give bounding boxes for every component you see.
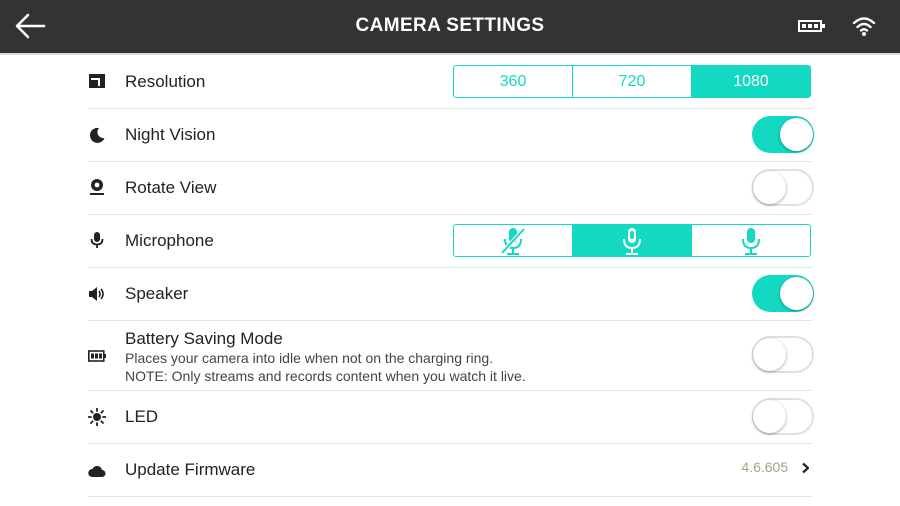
resolution-row: Resolution 360 720 1080 bbox=[88, 55, 812, 109]
microphone-option-muted[interactable] bbox=[454, 225, 573, 256]
speaker-label: Speaker bbox=[125, 284, 189, 303]
speaker-row: Speaker bbox=[88, 267, 814, 321]
update-firmware-label: Update Firmware bbox=[125, 460, 256, 479]
firmware-version-text: 4.6.605 bbox=[741, 459, 789, 475]
rotate-view-row: Rotate View bbox=[88, 161, 814, 215]
top-bar: CAMERA SETTINGS bbox=[0, 0, 900, 53]
update-firmware-row[interactable]: Update Firmware 4.6.605 bbox=[88, 443, 812, 497]
battery-saving-icon bbox=[88, 350, 106, 362]
microphone-option-low[interactable] bbox=[573, 225, 692, 256]
mic-muted-icon bbox=[500, 227, 526, 255]
toggle-knob bbox=[753, 338, 786, 371]
firmware-version[interactable]: 4.6.605 bbox=[741, 459, 812, 475]
chevron-right-icon bbox=[802, 462, 810, 474]
battery-saving-label: Battery Saving Mode bbox=[125, 329, 283, 348]
microphone-label: Microphone bbox=[125, 231, 214, 250]
resolution-option-360[interactable]: 360 bbox=[454, 66, 573, 97]
battery-saving-description-line: Places your camera into idle when not on… bbox=[125, 350, 494, 366]
resolution-option-1080[interactable]: 1080 bbox=[692, 66, 810, 97]
toggle-knob bbox=[780, 118, 813, 151]
resolution-label: Resolution bbox=[125, 72, 206, 91]
toggle-knob bbox=[753, 171, 786, 204]
night-vision-row: Night Vision bbox=[88, 108, 814, 162]
microphone-option-high[interactable] bbox=[692, 225, 810, 256]
toggle-knob bbox=[753, 400, 786, 433]
battery-saving-toggle[interactable] bbox=[752, 336, 814, 373]
rotate-view-toggle[interactable] bbox=[752, 169, 814, 206]
microphone-row: Microphone bbox=[88, 214, 812, 268]
battery-saving-description: Places your camera into idle when not on… bbox=[125, 349, 526, 385]
battery-saving-note-line: NOTE: Only streams and records content w… bbox=[125, 368, 526, 384]
toggle-knob bbox=[780, 277, 813, 310]
mic-icon bbox=[742, 227, 760, 255]
cloud-icon bbox=[88, 465, 106, 477]
sun-icon bbox=[88, 408, 106, 426]
resolution-icon bbox=[89, 74, 105, 88]
microphone-icon bbox=[90, 232, 104, 248]
rotate-view-label: Rotate View bbox=[125, 178, 217, 197]
battery-icon bbox=[798, 20, 825, 32]
webcam-icon bbox=[90, 179, 104, 195]
wifi-icon bbox=[852, 17, 876, 36]
night-vision-label: Night Vision bbox=[125, 125, 216, 144]
led-row: LED bbox=[88, 390, 814, 444]
battery-saving-row: Battery Saving Mode Places your camera i… bbox=[88, 320, 814, 391]
night-vision-toggle[interactable] bbox=[752, 116, 814, 153]
mic-icon bbox=[623, 227, 641, 255]
resolution-option-720[interactable]: 720 bbox=[573, 66, 692, 97]
led-toggle[interactable] bbox=[752, 398, 814, 435]
page-title: CAMERA SETTINGS bbox=[355, 15, 545, 36]
microphone-segmented-control bbox=[453, 224, 811, 257]
resolution-segmented-control: 360 720 1080 bbox=[453, 65, 811, 98]
speaker-icon bbox=[89, 287, 104, 301]
moon-icon bbox=[89, 127, 105, 143]
speaker-toggle[interactable] bbox=[752, 275, 814, 312]
led-label: LED bbox=[125, 407, 159, 426]
